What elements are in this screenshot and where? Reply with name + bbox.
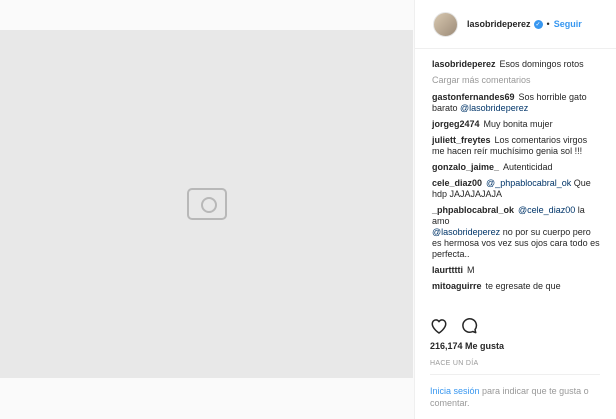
comment-item: mitoaguirre te egresate de que: [432, 281, 600, 292]
comment-item: laurtttti M: [432, 265, 600, 276]
follow-button[interactable]: Seguir: [554, 19, 582, 29]
comment-item: gonzalo_jaime_ Autenticidad: [432, 162, 600, 173]
load-more-comments[interactable]: Cargar más comentarios: [432, 75, 600, 85]
comment-text: te egresate de que: [485, 281, 561, 291]
caption-author[interactable]: lasobrideperez: [432, 59, 496, 69]
comment-user[interactable]: laurtttti: [432, 265, 463, 275]
post-header: lasobrideperez ✓ • Seguir: [415, 0, 616, 49]
comment-mention[interactable]: @lasobrideperez: [432, 227, 500, 237]
caption-text: Esos domingos rotos: [499, 59, 584, 69]
comment-user[interactable]: jorgeg2474: [432, 119, 480, 129]
comment-item: _phpablocabral_ok @cele_diaz00 la amo @las…: [432, 205, 600, 260]
comment-user[interactable]: mitoaguirre: [432, 281, 482, 291]
comment-item: cele_diaz00 @_phpablocabral_ok Que hdp JA…: [432, 178, 600, 200]
author-username[interactable]: lasobrideperez: [467, 19, 531, 29]
post-sidebar: lasobrideperez ✓ • Seguir lasobrideperez…: [414, 0, 616, 419]
heart-icon[interactable]: [430, 317, 448, 334]
separator-dot: •: [546, 19, 550, 29]
comment-item: jorgeg2474 Muy bonita mujer: [432, 119, 600, 130]
instagram-post: lasobrideperez ✓ • Seguir lasobrideperez…: [0, 0, 616, 419]
comment-list: lasobrideperez Esos domingos rotos Cargar…: [415, 49, 616, 292]
post-photo-placeholder: [0, 30, 413, 378]
comment-user[interactable]: _phpablocabral_ok: [432, 205, 514, 215]
comment-text: M: [467, 265, 475, 275]
comment-user[interactable]: juliett_freytes: [432, 135, 491, 145]
comment-mention[interactable]: @lasobrideperez: [460, 103, 528, 113]
like-count[interactable]: 216,174 Me gusta: [430, 341, 504, 351]
comment-user[interactable]: gastonfernandes69: [432, 92, 515, 102]
comment-user[interactable]: cele_diaz00: [432, 178, 482, 188]
comment-mention[interactable]: @_phpablocabral_ok: [486, 178, 571, 188]
comment-icon[interactable]: [460, 317, 478, 334]
caption: lasobrideperez Esos domingos rotos: [432, 59, 600, 70]
login-link[interactable]: Inicia sesión: [430, 386, 480, 396]
author-avatar[interactable]: [433, 11, 458, 37]
comment-text: Autenticidad: [503, 162, 553, 172]
image-placeholder-icon: [186, 188, 227, 220]
comment-item: gastonfernandes69 Sos horrible gato barat…: [432, 92, 600, 114]
comment-item: juliett_freytes Los comentarios virgos me…: [432, 135, 600, 157]
divider: [430, 374, 600, 375]
comment-user[interactable]: gonzalo_jaime_: [432, 162, 499, 172]
comment-text: Muy bonita mujer: [483, 119, 553, 129]
verified-badge-icon: ✓: [533, 19, 543, 29]
login-prompt: Inicia sesión para indicar que te gusta …: [430, 385, 606, 409]
post-timestamp: HACE UN DÍA: [430, 360, 479, 367]
comment-mention[interactable]: @cele_diaz00: [518, 205, 575, 215]
post-actions: [430, 317, 478, 334]
